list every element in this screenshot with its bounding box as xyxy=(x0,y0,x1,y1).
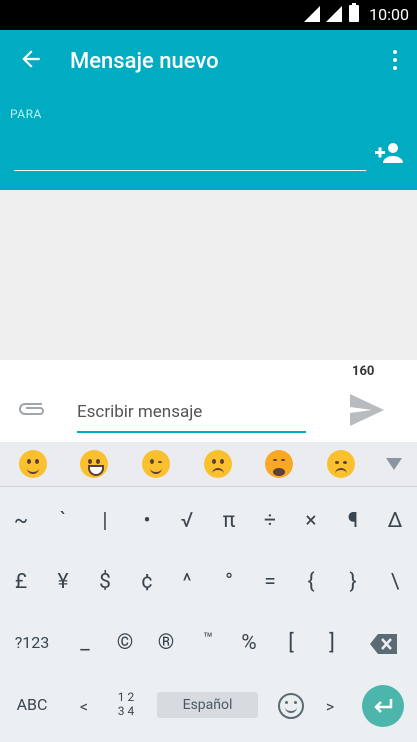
message-thread-area xyxy=(0,190,417,360)
key[interactable]: < xyxy=(64,685,104,729)
key[interactable]: ~ xyxy=(0,499,42,543)
app-bar: Mensaje nuevo PARA xyxy=(0,30,417,190)
key[interactable]: } xyxy=(332,560,374,604)
attach-icon[interactable] xyxy=(16,400,48,418)
emoji-keyboard-icon[interactable] xyxy=(278,693,304,719)
key[interactable]: $ xyxy=(84,560,126,604)
compose-bar: 160 Escribir mensaje xyxy=(0,360,417,442)
numbers-key-bottom: 3 4 xyxy=(117,704,135,718)
key[interactable]: × xyxy=(290,499,332,543)
key[interactable]: ¢ xyxy=(126,560,168,604)
return-icon xyxy=(374,699,393,713)
numbers-key[interactable]: 1 2 3 4 xyxy=(106,683,146,734)
status-bar: 10:00 xyxy=(0,0,417,30)
key[interactable]: £ xyxy=(0,560,42,604)
emoji-angry-icon[interactable] xyxy=(327,450,355,478)
key[interactable]: \ xyxy=(374,560,416,604)
key[interactable]: ¶ xyxy=(332,499,374,543)
emoji-bar xyxy=(0,442,417,487)
emoji-winking-icon[interactable] xyxy=(142,450,170,478)
key[interactable]: √ xyxy=(166,499,208,543)
space-bar[interactable]: Español xyxy=(157,692,258,718)
emoji-frowning-icon[interactable] xyxy=(204,450,232,478)
key[interactable]: | xyxy=(84,499,126,543)
battery-icon xyxy=(349,3,359,22)
key[interactable]: π xyxy=(208,499,250,543)
key[interactable]: ™ xyxy=(187,617,229,661)
overflow-menu-icon[interactable] xyxy=(391,48,399,74)
key[interactable]: > xyxy=(310,685,350,729)
key[interactable]: • xyxy=(126,499,168,543)
key[interactable]: ÷ xyxy=(249,499,291,543)
add-contact-icon[interactable] xyxy=(374,141,404,165)
char-counter: 160 xyxy=(352,364,375,379)
emoji-grinning-tears-icon[interactable] xyxy=(80,450,108,478)
status-time: 10:00 xyxy=(369,5,409,24)
key[interactable]: ] xyxy=(311,621,353,665)
key[interactable]: % xyxy=(228,621,270,665)
key[interactable]: ` xyxy=(42,499,84,543)
backspace-icon[interactable] xyxy=(370,634,397,654)
keyboard: ~ ` | • √ π ÷ × ¶ Δ £ ¥ $ ¢ ^ ° = { } \ … xyxy=(0,487,417,742)
to-label: PARA xyxy=(10,107,42,121)
message-input[interactable]: Escribir mensaje xyxy=(77,399,306,433)
page-title: Mensaje nuevo xyxy=(70,49,219,74)
key[interactable]: ^ xyxy=(166,560,208,604)
key[interactable]: ° xyxy=(208,560,250,604)
recipient-input[interactable] xyxy=(14,170,366,171)
key[interactable]: [ xyxy=(270,621,312,665)
key[interactable]: © xyxy=(104,621,146,665)
emoji-dropdown-icon[interactable] xyxy=(386,458,402,470)
send-icon[interactable] xyxy=(348,392,386,428)
numbers-key-top: 1 2 xyxy=(117,690,135,704)
enter-key[interactable] xyxy=(362,685,404,727)
emoji-smiling-icon[interactable] xyxy=(19,450,47,478)
key[interactable]: Δ xyxy=(374,499,416,543)
numeric-mode-key[interactable]: ?123 xyxy=(6,621,58,665)
key[interactable]: _ xyxy=(64,621,106,665)
abc-key[interactable]: ABC xyxy=(8,683,56,727)
key[interactable]: ® xyxy=(145,621,187,665)
key[interactable]: ¥ xyxy=(42,560,84,604)
emoji-tired-icon[interactable] xyxy=(265,450,293,478)
signal-icon xyxy=(304,6,320,22)
key[interactable]: = xyxy=(249,560,291,604)
back-arrow-icon[interactable] xyxy=(18,46,48,76)
signal-icon xyxy=(326,6,342,22)
key[interactable]: { xyxy=(290,560,332,604)
